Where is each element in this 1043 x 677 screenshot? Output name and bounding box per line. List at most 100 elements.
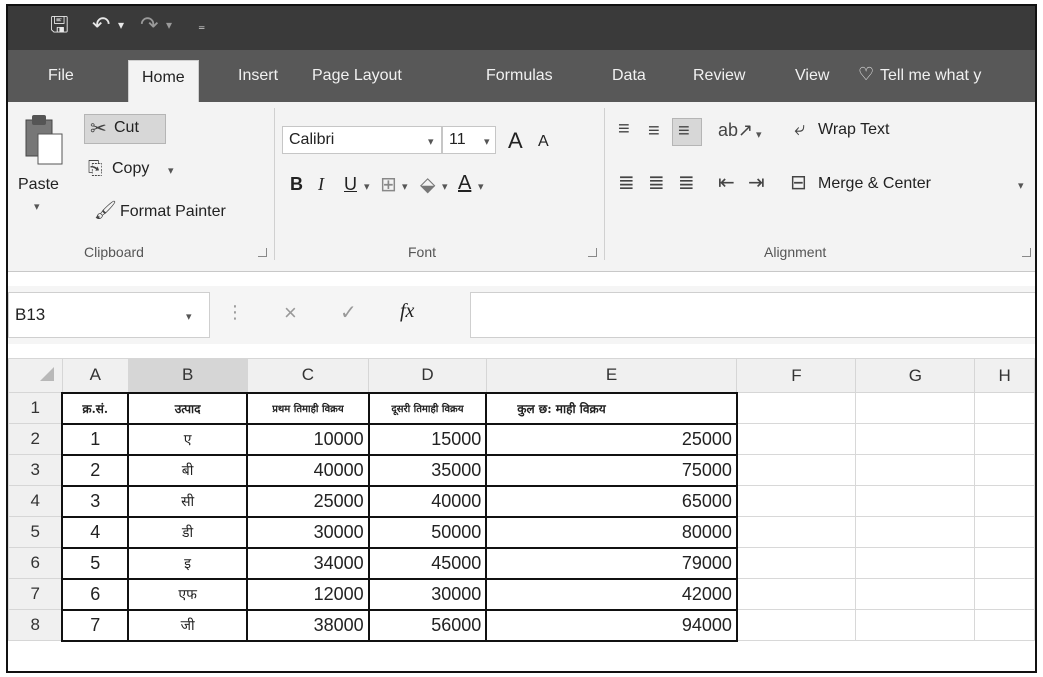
row-header[interactable]: 7	[8, 578, 63, 610]
tab-data[interactable]: Data	[612, 67, 646, 85]
cell-c6[interactable]: 34000	[246, 546, 370, 580]
cell-h2[interactable]	[974, 423, 1035, 455]
cell-e5[interactable]: 80000	[485, 515, 738, 549]
tab-insert[interactable]: Insert	[238, 67, 278, 85]
column-header-e[interactable]: E	[485, 358, 738, 393]
cell-e6[interactable]: 79000	[485, 546, 738, 580]
undo-dropdown-icon[interactable]: ▾	[118, 10, 124, 40]
row-header[interactable]: 3	[8, 454, 63, 486]
cell-f7[interactable]	[736, 578, 857, 610]
cell-g5[interactable]	[855, 516, 976, 548]
cell-b2[interactable]: ए	[127, 422, 249, 456]
align-top-icon[interactable]: ≡	[618, 118, 630, 141]
cell-d6[interactable]: 45000	[367, 546, 488, 580]
column-header-a[interactable]: A	[61, 358, 129, 393]
cell-b4[interactable]: सी	[127, 484, 249, 518]
cell-d2[interactable]: 15000	[367, 422, 488, 456]
font-color-button[interactable]: A	[458, 172, 471, 195]
cell-a1[interactable]: क्र.सं.	[61, 391, 130, 425]
cell-f3[interactable]	[736, 454, 857, 486]
name-box[interactable]: B13	[8, 292, 210, 338]
formula-input[interactable]	[470, 292, 1035, 338]
cell-h5[interactable]	[974, 516, 1035, 548]
cell-h7[interactable]	[974, 578, 1035, 610]
copy-icon[interactable]: ⎘	[88, 158, 102, 179]
customize-icon[interactable]: ₌	[198, 10, 205, 40]
cell-c8[interactable]: 38000	[246, 608, 370, 642]
cell-g3[interactable]	[855, 454, 976, 486]
cell-e8[interactable]: 94000	[485, 608, 738, 642]
copy-button[interactable]: Copy	[112, 160, 149, 178]
cell-h6[interactable]	[974, 547, 1035, 579]
row-header[interactable]: 5	[8, 516, 63, 548]
cell-d7[interactable]: 30000	[367, 577, 488, 611]
undo-icon[interactable]: ↶	[92, 10, 110, 40]
cell-e3[interactable]: 75000	[485, 453, 738, 487]
cell-g8[interactable]	[855, 609, 976, 641]
increase-indent-icon[interactable]: ⇥	[748, 170, 765, 195]
clipboard-launcher-icon[interactable]	[258, 248, 267, 257]
cell-e1[interactable]: कुल छ: माही विक्रय	[485, 391, 738, 425]
column-header-c[interactable]: C	[246, 358, 370, 393]
alignment-launcher-icon[interactable]	[1022, 248, 1031, 257]
cell-h8[interactable]	[974, 609, 1035, 641]
cell-d4[interactable]: 40000	[367, 484, 488, 518]
select-all-corner[interactable]	[8, 358, 63, 393]
tab-page-layout[interactable]: Page Layout	[312, 67, 402, 85]
cell-f1[interactable]	[736, 392, 857, 424]
format-painter-button[interactable]: Format Painter	[120, 203, 226, 221]
row-header[interactable]: 1	[8, 392, 63, 424]
tell-me-search[interactable]: Tell me what y	[880, 67, 981, 85]
enter-icon[interactable]: ✓	[340, 300, 357, 325]
save-icon[interactable]: 🖫	[50, 10, 69, 40]
format-painter-icon[interactable]: 🖌	[94, 200, 117, 221]
cell-g1[interactable]	[855, 392, 976, 424]
column-header-h[interactable]: H	[974, 358, 1035, 393]
tab-file[interactable]: File	[48, 67, 74, 85]
cell-c1[interactable]: प्रथम तिमाही विक्रय	[246, 391, 370, 425]
cell-d8[interactable]: 56000	[367, 608, 488, 642]
redo-dropdown-icon[interactable]: ▾	[166, 10, 172, 40]
fill-color-icon[interactable]: ⬙	[420, 172, 435, 197]
orientation-chevron-down-icon[interactable]: ▾	[756, 128, 762, 141]
borders-chevron-down-icon[interactable]: ▾	[402, 180, 408, 193]
cell-h1[interactable]	[974, 392, 1035, 424]
merge-center-button[interactable]: Merge & Center	[818, 175, 931, 193]
underline-chevron-down-icon[interactable]: ▾	[364, 180, 370, 193]
cancel-icon[interactable]: ×	[284, 300, 297, 326]
cell-d3[interactable]: 35000	[367, 453, 488, 487]
align-left-icon[interactable]: ≣	[618, 170, 635, 195]
cell-b3[interactable]: बी	[127, 453, 249, 487]
cell-g6[interactable]	[855, 547, 976, 579]
cell-e4[interactable]: 65000	[485, 484, 738, 518]
cell-c2[interactable]: 10000	[246, 422, 370, 456]
cell-b5[interactable]: डी	[127, 515, 249, 549]
underline-button[interactable]: U	[344, 174, 357, 195]
cell-f5[interactable]	[736, 516, 857, 548]
column-header-b[interactable]: B	[127, 358, 248, 393]
align-right-icon[interactable]: ≣	[678, 170, 695, 195]
italic-button[interactable]: I	[318, 174, 324, 195]
cell-a7[interactable]: 6	[61, 577, 130, 611]
merge-center-icon[interactable]: ⊟	[790, 170, 807, 195]
wrap-text-icon[interactable]: ⤶	[794, 118, 805, 141]
column-header-g[interactable]: G	[855, 358, 976, 393]
cell-b6[interactable]: इ	[127, 546, 249, 580]
tab-formulas[interactable]: Formulas	[486, 67, 553, 85]
copy-dropdown-icon[interactable]: ▾	[168, 164, 174, 177]
cell-d1[interactable]: दूसरी तिमाही विक्रय	[367, 391, 488, 425]
cell-b1[interactable]: उत्पाद	[127, 391, 249, 425]
merge-center-chevron-down-icon[interactable]: ▾	[1018, 179, 1024, 192]
borders-icon[interactable]: ⊞	[380, 172, 397, 197]
row-header[interactable]: 8	[8, 609, 63, 641]
insert-function-button[interactable]: fx	[400, 300, 414, 323]
cell-g4[interactable]	[855, 485, 976, 517]
font-color-chevron-down-icon[interactable]: ▾	[478, 180, 484, 193]
cell-a2[interactable]: 1	[61, 422, 130, 456]
cell-g7[interactable]	[855, 578, 976, 610]
row-header[interactable]: 4	[8, 485, 63, 517]
redo-icon[interactable]: ↷	[140, 10, 158, 40]
cell-c5[interactable]: 30000	[246, 515, 370, 549]
bold-button[interactable]: B	[290, 174, 303, 195]
paste-dropdown-icon[interactable]: ▾	[34, 200, 40, 213]
